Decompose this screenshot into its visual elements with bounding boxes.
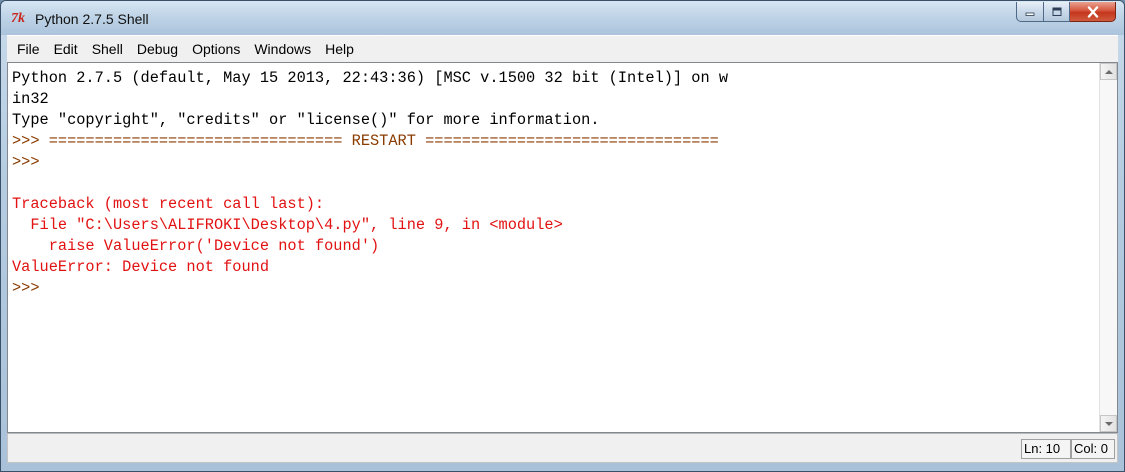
column-number-status: Col: 0 <box>1071 439 1115 459</box>
menu-windows[interactable]: Windows <box>247 38 318 60</box>
caption-buttons <box>1016 2 1116 24</box>
menu-file[interactable]: File <box>10 38 47 60</box>
traceback-line: File "C:\Users\ALIFROKI\Desktop\4.py", l… <box>12 216 563 234</box>
title-bar[interactable]: 7k Python 2.7.5 Shell <box>1 1 1124 35</box>
minimize-button[interactable] <box>1016 2 1044 22</box>
traceback-line: Traceback (most recent call last): <box>12 195 325 213</box>
scroll-down-button[interactable] <box>1100 415 1117 432</box>
prompt-line: >>> <box>12 153 49 171</box>
shell-line: Type "copyright", "credits" or "license(… <box>12 111 600 129</box>
scroll-up-button[interactable] <box>1100 63 1117 80</box>
menu-edit[interactable]: Edit <box>47 38 85 60</box>
idle-shell-window: 7k Python 2.7.5 Shell File Edit Shell De… <box>0 0 1125 472</box>
chevron-up-icon <box>1104 69 1113 74</box>
shell-text[interactable]: Python 2.7.5 (default, May 15 2013, 22:4… <box>8 63 1099 432</box>
maximize-button[interactable] <box>1044 2 1070 22</box>
minimize-icon <box>1025 12 1035 16</box>
window-title: Python 2.7.5 Shell <box>35 11 149 27</box>
prompt-line: >>> <box>12 279 49 297</box>
error-message-line: ValueError: Device not found <box>12 258 270 276</box>
shell-line: Python 2.7.5 (default, May 15 2013, 22:4… <box>12 69 729 87</box>
menu-bar: File Edit Shell Debug Options Windows He… <box>7 35 1118 63</box>
close-icon <box>1087 5 1098 18</box>
traceback-line: raise ValueError('Device not found') <box>12 237 380 255</box>
shell-editor[interactable]: Python 2.7.5 (default, May 15 2013, 22:4… <box>7 62 1118 433</box>
menu-shell[interactable]: Shell <box>85 38 130 60</box>
scrollbar-track[interactable] <box>1100 80 1117 415</box>
restart-line: >>> ================================ RES… <box>12 132 719 150</box>
shell-line: in32 <box>12 90 49 108</box>
close-button[interactable] <box>1070 2 1116 22</box>
maximize-icon <box>1052 7 1061 16</box>
line-number-status: Ln: 10 <box>1021 439 1071 459</box>
chevron-down-icon <box>1104 421 1113 426</box>
tk-feather-icon: 7k <box>11 11 25 26</box>
menu-options[interactable]: Options <box>185 38 247 60</box>
status-bar: Ln: 10 Col: 0 <box>7 433 1118 463</box>
menu-debug[interactable]: Debug <box>130 38 185 60</box>
vertical-scrollbar[interactable] <box>1099 63 1117 432</box>
menu-help[interactable]: Help <box>318 38 361 60</box>
